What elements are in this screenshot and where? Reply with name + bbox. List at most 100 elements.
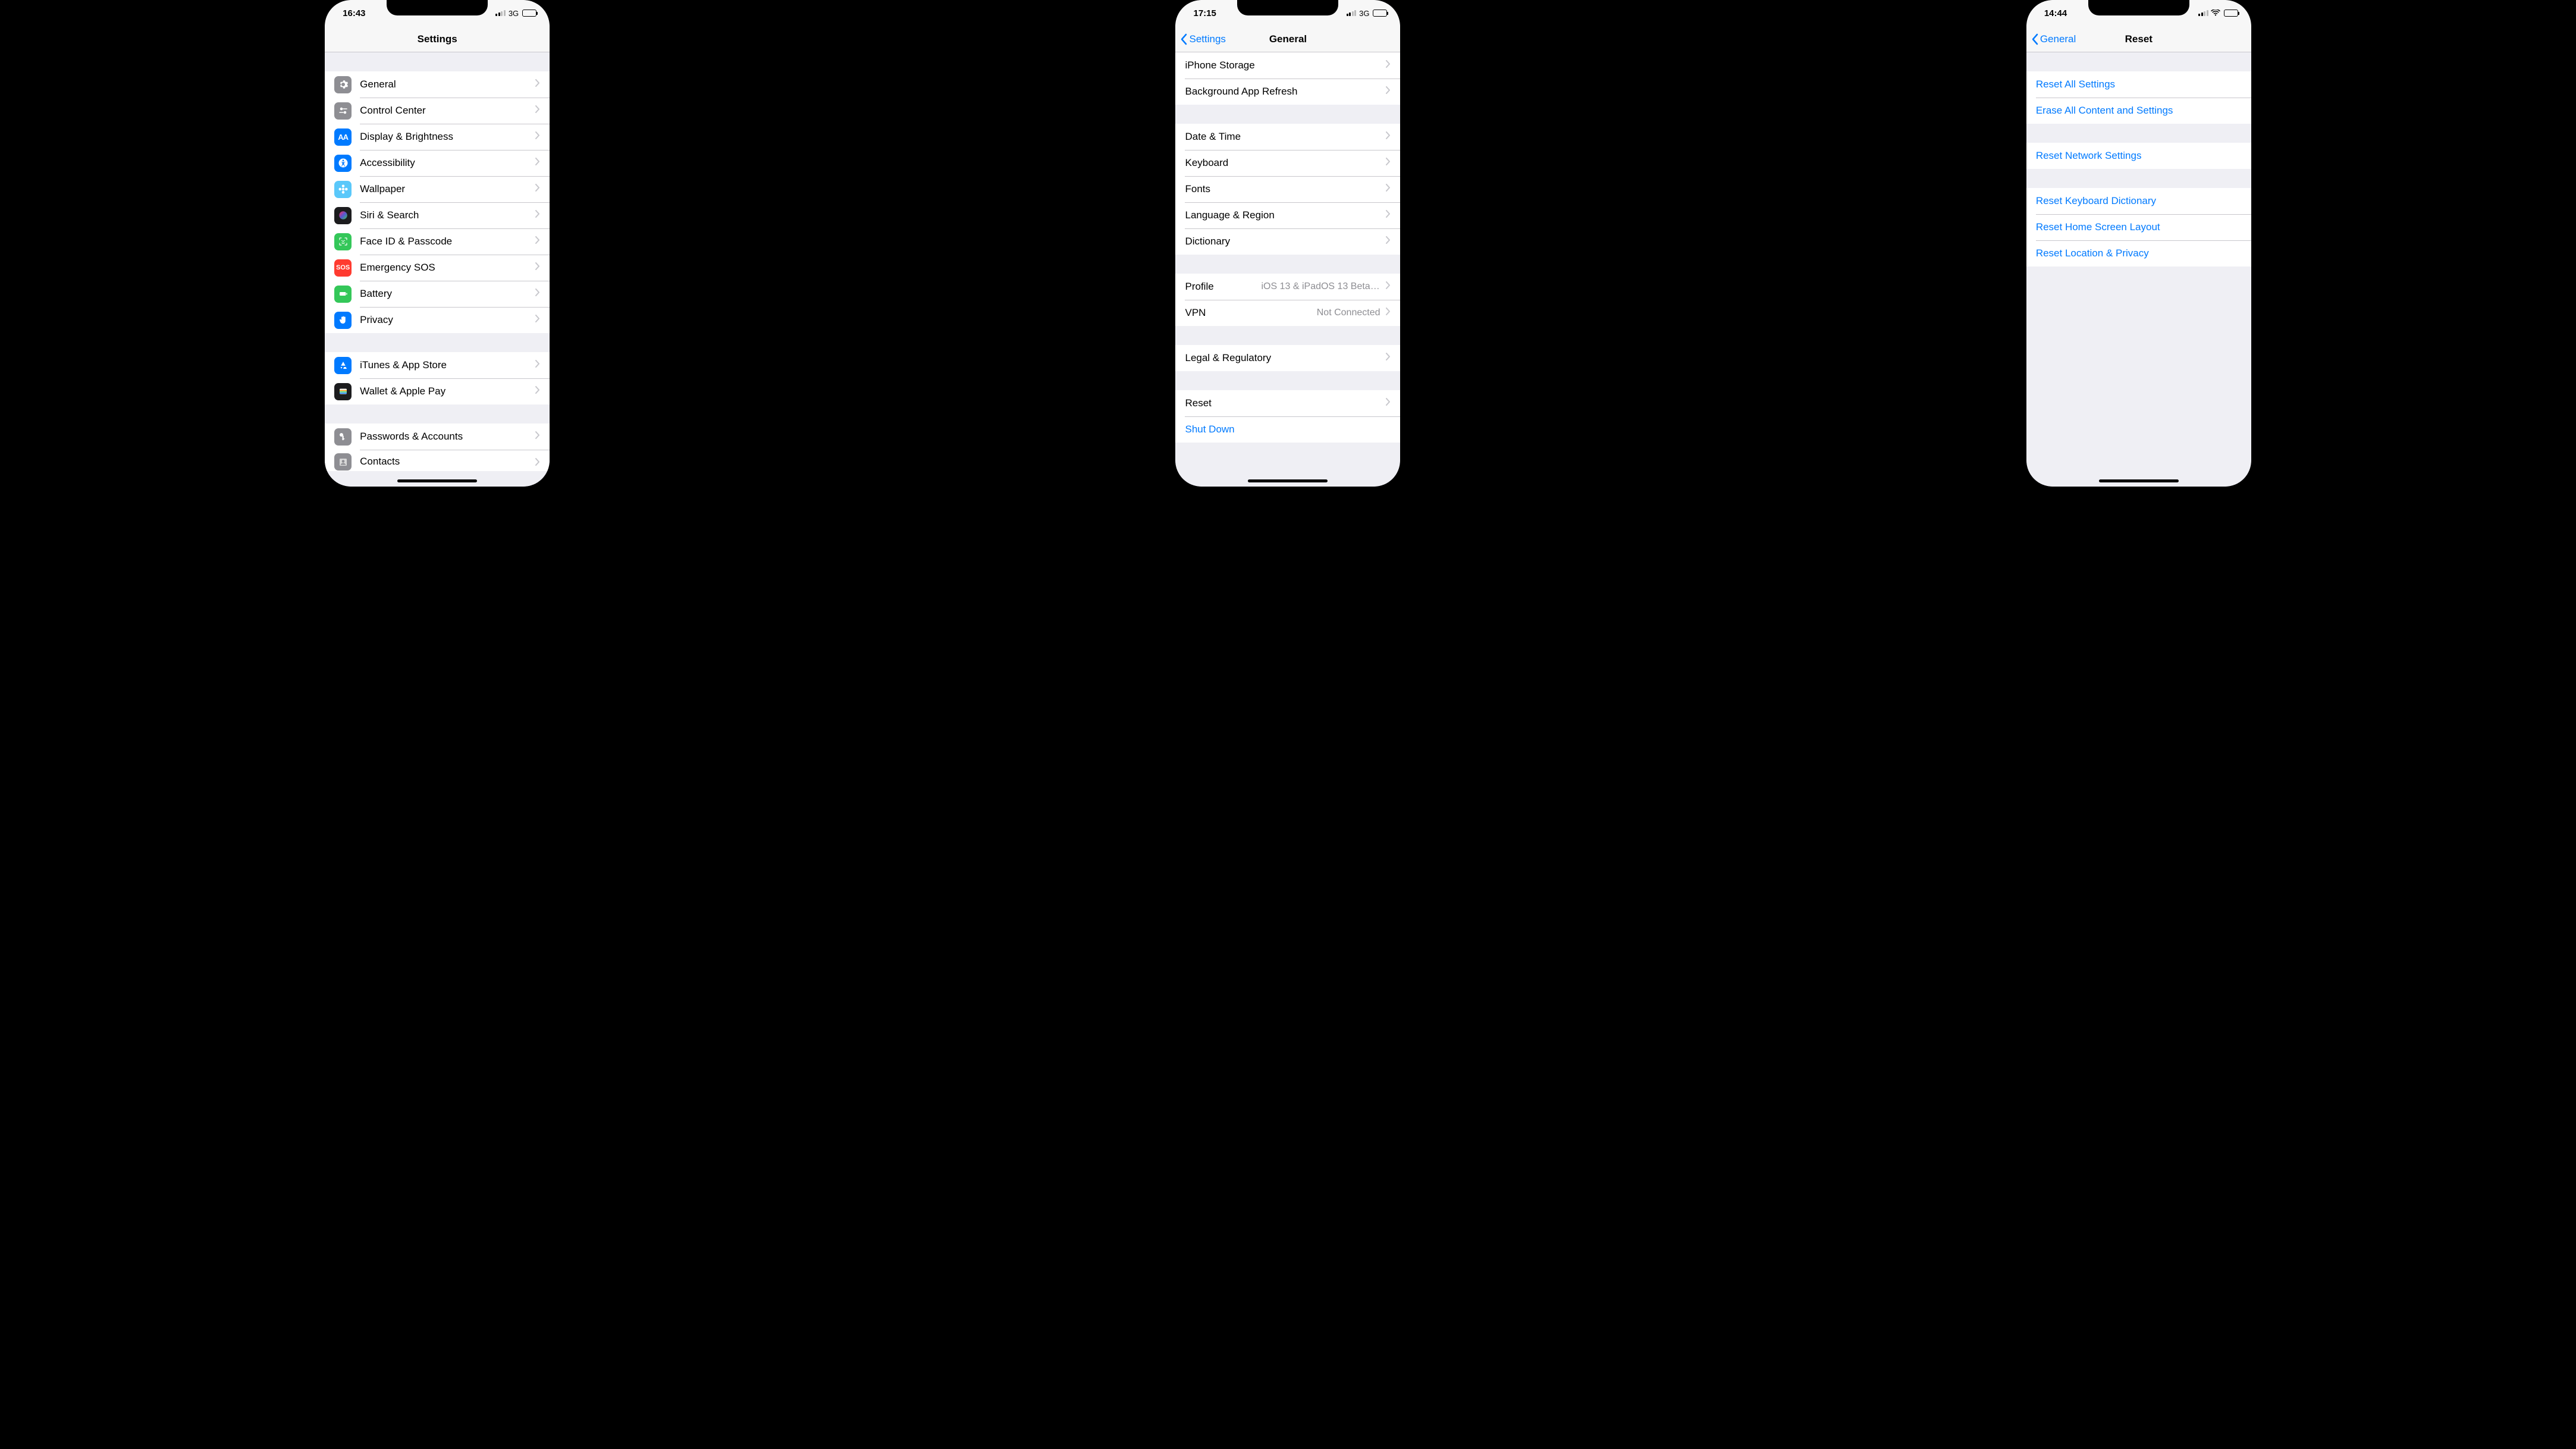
chevron-right-icon xyxy=(1386,236,1391,247)
row-label: iTunes & App Store xyxy=(360,359,529,371)
settings-group: Date & Time Keyboard Fonts Language & Regio… xyxy=(1175,124,1400,255)
settings-group: Passwords & Accounts Contacts xyxy=(325,424,550,471)
row-privacy[interactable]: Privacy xyxy=(325,307,550,333)
home-indicator[interactable] xyxy=(397,479,477,482)
network-label: 3G xyxy=(509,9,519,18)
nav-bar: General Reset xyxy=(2026,26,2251,52)
row-legal-regulatory[interactable]: Legal & Regulatory xyxy=(1175,345,1400,371)
appstore-icon xyxy=(334,357,352,374)
row-siri-search[interactable]: Siri & Search xyxy=(325,202,550,228)
row-label: Fonts xyxy=(1185,183,1380,195)
status-right xyxy=(2198,10,2238,17)
row-wallet-apple-pay[interactable]: Wallet & Apple Pay xyxy=(325,378,550,404)
row-wallpaper[interactable]: Wallpaper xyxy=(325,176,550,202)
chevron-right-icon xyxy=(1386,210,1391,221)
row-keyboard[interactable]: Keyboard xyxy=(1175,150,1400,176)
row-dictionary[interactable]: Dictionary xyxy=(1175,228,1400,255)
content-area[interactable]: Reset All Settings Erase All Content and … xyxy=(2026,52,2251,487)
row-label: Reset xyxy=(1185,397,1380,409)
nav-back-button[interactable]: General xyxy=(2026,33,2076,45)
chevron-right-icon xyxy=(535,210,540,221)
chevron-right-icon xyxy=(535,236,540,247)
chevron-right-icon xyxy=(535,105,540,116)
content-area[interactable]: General Control Center AA Display & Brightn… xyxy=(325,52,550,487)
row-label: Accessibility xyxy=(360,157,529,169)
nav-back-button[interactable]: Settings xyxy=(1175,33,1225,45)
row-label: Legal & Regulatory xyxy=(1185,352,1380,364)
row-emergency-sos[interactable]: SOSEmergency SOS xyxy=(325,255,550,281)
row-label: Display & Brightness xyxy=(360,131,529,143)
chevron-right-icon xyxy=(535,184,540,195)
chevron-right-icon xyxy=(535,131,540,142)
row-reset-all-settings[interactable]: Reset All Settings xyxy=(2026,71,2251,98)
row-label: Privacy xyxy=(360,314,529,326)
phone-settings: 16:43 3G Settings GeneralControl CenterA… xyxy=(325,0,550,487)
aa-icon: AA xyxy=(334,128,352,146)
row-label: General xyxy=(360,79,529,90)
status-time: 17:15 xyxy=(1193,8,1216,18)
row-label: Dictionary xyxy=(1185,236,1380,247)
settings-group: Reset All Settings Erase All Content and … xyxy=(2026,71,2251,124)
row-reset-home-screen-layout[interactable]: Reset Home Screen Layout xyxy=(2026,214,2251,240)
row-iphone-storage[interactable]: iPhone Storage xyxy=(1175,52,1400,79)
settings-group: Reset Network Settings xyxy=(2026,143,2251,169)
notch xyxy=(387,0,488,15)
section-gap xyxy=(1175,371,1400,390)
row-reset-keyboard-dictionary[interactable]: Reset Keyboard Dictionary xyxy=(2026,188,2251,214)
row-erase-all-content-and-settings[interactable]: Erase All Content and Settings xyxy=(2026,98,2251,124)
section-gap xyxy=(2026,169,2251,188)
row-reset-network-settings[interactable]: Reset Network Settings xyxy=(2026,143,2251,169)
row-passwords-accounts[interactable]: Passwords & Accounts xyxy=(325,424,550,450)
row-profile[interactable]: ProfileiOS 13 & iPadOS 13 Beta Software … xyxy=(1175,274,1400,300)
row-label: Reset All Settings xyxy=(2036,79,2242,90)
row-fonts[interactable]: Fonts xyxy=(1175,176,1400,202)
home-indicator[interactable] xyxy=(2099,479,2179,482)
row-label: VPN xyxy=(1185,307,1311,319)
row-general[interactable]: General xyxy=(325,71,550,98)
row-contacts[interactable]: Contacts xyxy=(325,450,550,471)
row-language-region[interactable]: Language & Region xyxy=(1175,202,1400,228)
wifi-icon xyxy=(2211,10,2220,17)
chevron-left-icon xyxy=(1180,33,1187,45)
row-face-id-passcode[interactable]: Face ID & Passcode xyxy=(325,228,550,255)
row-date-time[interactable]: Date & Time xyxy=(1175,124,1400,150)
status-right: 3G xyxy=(1347,9,1388,18)
row-display-brightness[interactable]: AA Display & Brightness xyxy=(325,124,550,150)
phone-reset: 14:44 General Reset Reset All Settings Er… xyxy=(2026,0,2251,487)
settings-group: iPhone StorageBackground App Refresh xyxy=(1175,52,1400,105)
section-gap xyxy=(325,52,550,71)
row-label: Keyboard xyxy=(1185,157,1380,169)
home-indicator[interactable] xyxy=(1248,479,1328,482)
chevron-left-icon xyxy=(2031,33,2038,45)
settings-group: General Control Center AA Display & Brightn… xyxy=(325,71,550,333)
row-label: Passwords & Accounts xyxy=(360,431,529,443)
row-detail: Not Connected xyxy=(1317,308,1380,318)
wallet-icon xyxy=(334,383,352,400)
row-accessibility[interactable]: Accessibility xyxy=(325,150,550,176)
row-label: Erase All Content and Settings xyxy=(2036,105,2242,117)
faceid-icon xyxy=(334,233,352,250)
row-control-center[interactable]: Control Center xyxy=(325,98,550,124)
chevron-right-icon xyxy=(1386,281,1391,292)
section-gap xyxy=(325,333,550,352)
chevron-right-icon xyxy=(1386,398,1391,409)
section-gap xyxy=(1175,105,1400,124)
row-reset-location-privacy[interactable]: Reset Location & Privacy xyxy=(2026,240,2251,266)
sliders-icon xyxy=(334,102,352,120)
settings-group: Reset Shut Down xyxy=(1175,390,1400,443)
row-background-app-refresh[interactable]: Background App Refresh xyxy=(1175,79,1400,105)
phone-general: 17:15 3G Settings General iPhone Storage… xyxy=(1175,0,1400,487)
chevron-right-icon xyxy=(1386,308,1391,318)
row-label: Date & Time xyxy=(1185,131,1380,143)
screen-general: 17:15 3G Settings General iPhone Storage… xyxy=(1175,0,1400,487)
row-reset[interactable]: Reset xyxy=(1175,390,1400,416)
row-vpn[interactable]: VPN Not Connected xyxy=(1175,300,1400,326)
chevron-right-icon xyxy=(1386,86,1391,97)
row-battery[interactable]: Battery xyxy=(325,281,550,307)
content-area[interactable]: iPhone StorageBackground App Refresh Date… xyxy=(1175,52,1400,487)
row-itunes-app-store[interactable]: iTunes & App Store xyxy=(325,352,550,378)
settings-group: Reset Keyboard DictionaryReset Home Scre… xyxy=(2026,188,2251,266)
status-time: 14:44 xyxy=(2044,8,2067,18)
section-gap xyxy=(2026,124,2251,143)
row-shut-down[interactable]: Shut Down xyxy=(1175,416,1400,443)
